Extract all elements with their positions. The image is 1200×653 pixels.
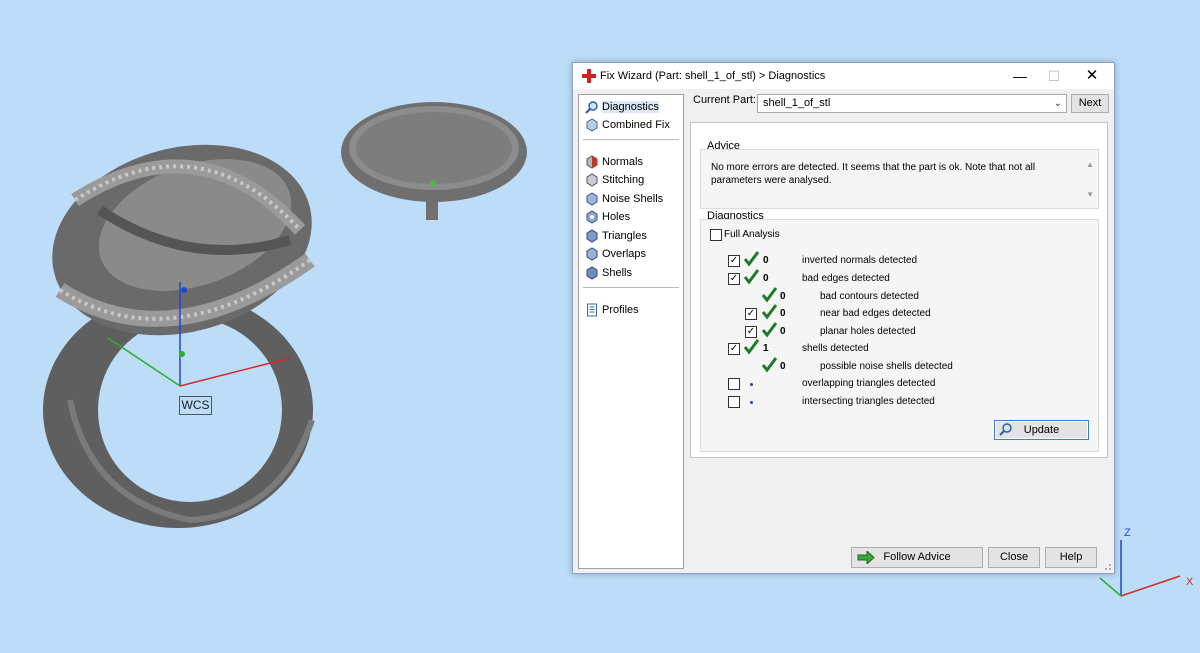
shells-count: 1 [763, 343, 769, 354]
check-icon [743, 251, 759, 267]
noise-shells-count: 0 [780, 361, 786, 372]
magnifier-icon [585, 101, 598, 114]
check-icon [761, 357, 777, 373]
noise-shells-icon [586, 192, 598, 206]
overlapping-triangles-label: overlapping triangles detected [802, 378, 936, 389]
current-part-value: shell_1_of_stl [763, 97, 831, 109]
fix-wizard-icon [582, 69, 596, 83]
noise-shells-label: possible noise shells detected [820, 361, 953, 372]
planar-holes-count: 0 [780, 326, 786, 337]
chevron-down-icon: ⌄ [1053, 98, 1062, 109]
arrow-right-icon [857, 551, 875, 564]
intersecting-triangles-label: intersecting triangles detected [802, 396, 935, 407]
bad-contours-label: bad contours detected [820, 291, 919, 302]
triad-x-label: X [1186, 576, 1194, 588]
update-button[interactable]: Update [994, 420, 1089, 440]
close-window-button[interactable]: ✕ [1072, 63, 1112, 89]
scroll-down-icon[interactable]: ▼ [1086, 190, 1094, 199]
planar-holes-checkbox[interactable]: ✓ [745, 326, 757, 338]
profile-document-icon [587, 303, 597, 317]
near-bad-edges-checkbox[interactable]: ✓ [745, 308, 757, 320]
sidebar-item-normals[interactable]: Normals [585, 153, 643, 171]
near-bad-edges-label: near bad edges detected [820, 308, 931, 319]
triad-y-axis [1099, 577, 1122, 597]
not-run-dot-icon [750, 383, 753, 386]
help-button[interactable]: Help [1045, 547, 1097, 568]
inverted-normals-count: 0 [763, 255, 769, 266]
bad-edges-count: 0 [763, 273, 769, 284]
sidebar-divider [583, 287, 679, 288]
advice-text: No more errors are detected. It seems th… [711, 162, 1036, 186]
sidebar-item-diagnostics[interactable]: Diagnostics [585, 98, 659, 116]
triangles-icon [586, 229, 598, 243]
next-button[interactable]: Next [1071, 94, 1109, 113]
near-bad-edges-count: 0 [780, 308, 786, 319]
stitching-icon [586, 173, 598, 187]
sidebar-item-shells[interactable]: Shells [585, 264, 632, 282]
shells-icon [586, 266, 598, 280]
sidebar-item-stitching[interactable]: Stitching [585, 171, 644, 189]
bad-edges-checkbox[interactable]: ✓ [728, 273, 740, 285]
update-label: Update [1023, 424, 1060, 436]
diagnostics-panel: Advice No more errors are detected. It s… [690, 122, 1108, 458]
scroll-up-icon[interactable]: ▲ [1086, 160, 1094, 169]
check-icon [761, 304, 777, 320]
wcs-label: WCS [179, 396, 212, 415]
diagnostics-box: Full Analysis ✓ 0 inverted normals detec… [700, 219, 1099, 452]
normals-icon [586, 155, 598, 169]
current-part-select[interactable]: shell_1_of_stl ⌄ [757, 94, 1067, 113]
wizard-sidebar: Diagnostics Combined Fix Normals Stitchi… [578, 94, 684, 569]
check-icon [743, 269, 759, 285]
fix-wizard-dialog: Fix Wizard (Part: shell_1_of_stl) > Diag… [572, 62, 1115, 574]
resize-grip-icon[interactable] [1102, 561, 1112, 571]
check-icon [743, 339, 759, 355]
shells-checkbox[interactable]: ✓ [728, 343, 740, 355]
title-bar[interactable]: Fix Wizard (Part: shell_1_of_stl) > Diag… [573, 63, 1114, 89]
sidebar-item-overlaps[interactable]: Overlaps [585, 245, 646, 263]
sidebar-item-combined-fix[interactable]: Combined Fix [585, 116, 670, 134]
not-run-dot-icon [750, 401, 753, 404]
full-analysis-checkbox[interactable] [710, 229, 722, 241]
intersecting-triangles-checkbox[interactable] [728, 396, 740, 408]
bad-edges-label: bad edges detected [802, 273, 890, 284]
sidebar-item-triangles[interactable]: Triangles [585, 227, 647, 245]
overlapping-triangles-checkbox[interactable] [728, 378, 740, 390]
overlaps-icon [586, 247, 598, 261]
advice-box: No more errors are detected. It seems th… [700, 149, 1099, 209]
triad-z-label: Z [1124, 527, 1131, 539]
bad-contours-count: 0 [780, 291, 786, 302]
sidebar-divider [583, 139, 679, 140]
check-icon [761, 322, 777, 338]
shells-label: shells detected [802, 343, 869, 354]
inverted-normals-label: inverted normals detected [802, 255, 918, 266]
holes-icon [586, 210, 598, 224]
inverted-normals-checkbox[interactable]: ✓ [728, 255, 740, 267]
sidebar-item-profiles[interactable]: Profiles [585, 301, 639, 319]
magnifier-icon [999, 423, 1012, 436]
close-button[interactable]: Close [988, 547, 1040, 568]
sidebar-item-noise-shells[interactable]: Noise Shells [585, 190, 663, 208]
cube-icon [586, 118, 598, 132]
follow-advice-button[interactable]: Follow Advice [851, 547, 983, 568]
sidebar-item-holes[interactable]: Holes [585, 208, 630, 226]
planar-holes-label: planar holes detected [820, 326, 916, 337]
current-part-label: Current Part: [693, 94, 756, 106]
full-analysis-label: Full Analysis [724, 229, 780, 240]
dialog-title: Fix Wizard (Part: shell_1_of_stl) > Diag… [600, 70, 826, 82]
check-icon [761, 287, 777, 303]
triad-x-axis [1120, 575, 1181, 597]
follow-advice-label: Follow Advice [883, 551, 951, 563]
maximize-button[interactable]: ☐ [1034, 63, 1074, 89]
